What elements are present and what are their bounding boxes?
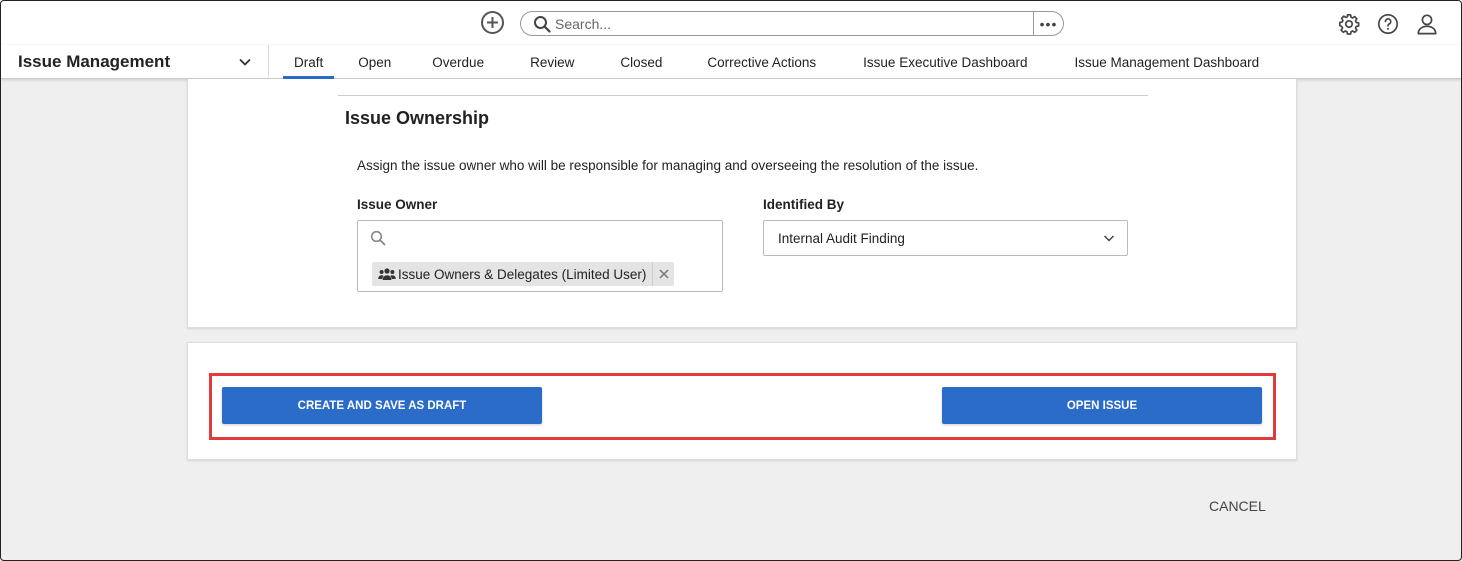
gear-icon[interactable]	[1336, 11, 1361, 36]
user-group-icon	[378, 268, 396, 280]
open-issue-button[interactable]: OPEN ISSUE	[942, 387, 1262, 424]
nav-bar: Issue Management Draft Open Overdue Revi…	[1, 45, 1461, 79]
tab-corrective-actions[interactable]: Corrective Actions	[696, 45, 827, 79]
top-icons	[1336, 11, 1439, 36]
identified-by-label: Identified By	[763, 197, 845, 212]
user-icon[interactable]	[1414, 11, 1439, 36]
issue-owner-label: Issue Owner	[357, 197, 438, 212]
close-icon	[659, 269, 669, 279]
issue-ownership-card: Issue Ownership Assign the issue owner w…	[187, 79, 1297, 328]
search-icon	[534, 15, 551, 33]
tab-review[interactable]: Review	[519, 45, 585, 79]
nav-tabs: Draft Open Overdue Review Closed Correct…	[283, 45, 1270, 79]
cancel-button[interactable]: CANCEL	[1209, 498, 1266, 514]
tab-issue-executive-dashboard[interactable]: Issue Executive Dashboard	[852, 45, 1038, 79]
create-and-save-as-draft-button[interactable]: CREATE AND SAVE AS DRAFT	[222, 387, 542, 424]
help-icon[interactable]	[1375, 11, 1400, 36]
chevron-down-icon	[1103, 235, 1115, 242]
top-bar: •••	[1, 1, 1461, 45]
search-options-button[interactable]: •••	[1033, 12, 1063, 35]
identified-by-value: Internal Audit Finding	[778, 230, 905, 246]
section-title: Issue Ownership	[345, 108, 490, 128]
remove-chip-button[interactable]	[652, 262, 674, 286]
tab-open[interactable]: Open	[347, 45, 402, 79]
issue-owner-field[interactable]: Issue Owners & Delegates (Limited User)	[357, 220, 723, 292]
section-description: Assign the issue owner who will be respo…	[357, 158, 979, 173]
section-divider	[338, 95, 1148, 96]
tab-closed[interactable]: Closed	[609, 45, 673, 79]
chevron-down-icon	[239, 58, 251, 66]
search-bar: •••	[520, 11, 1064, 36]
tab-draft[interactable]: Draft	[283, 45, 335, 79]
issue-owner-chip: Issue Owners & Delegates (Limited User)	[372, 262, 675, 286]
identified-by-select[interactable]: Internal Audit Finding	[763, 220, 1128, 256]
tab-issue-management-dashboard[interactable]: Issue Management Dashboard	[1064, 45, 1271, 79]
app-window: •••	[0, 0, 1462, 561]
chip-label: Issue Owners & Delegates (Limited User)	[398, 266, 647, 282]
app-switcher[interactable]: Issue Management	[1, 45, 269, 79]
search-input[interactable]	[555, 12, 1025, 35]
search-icon	[370, 230, 386, 246]
tab-overdue[interactable]: Overdue	[421, 45, 495, 79]
app-title: Issue Management	[18, 52, 171, 71]
plus-circle-icon[interactable]	[481, 11, 504, 34]
actions-card: CREATE AND SAVE AS DRAFT OPEN ISSUE	[187, 342, 1297, 460]
